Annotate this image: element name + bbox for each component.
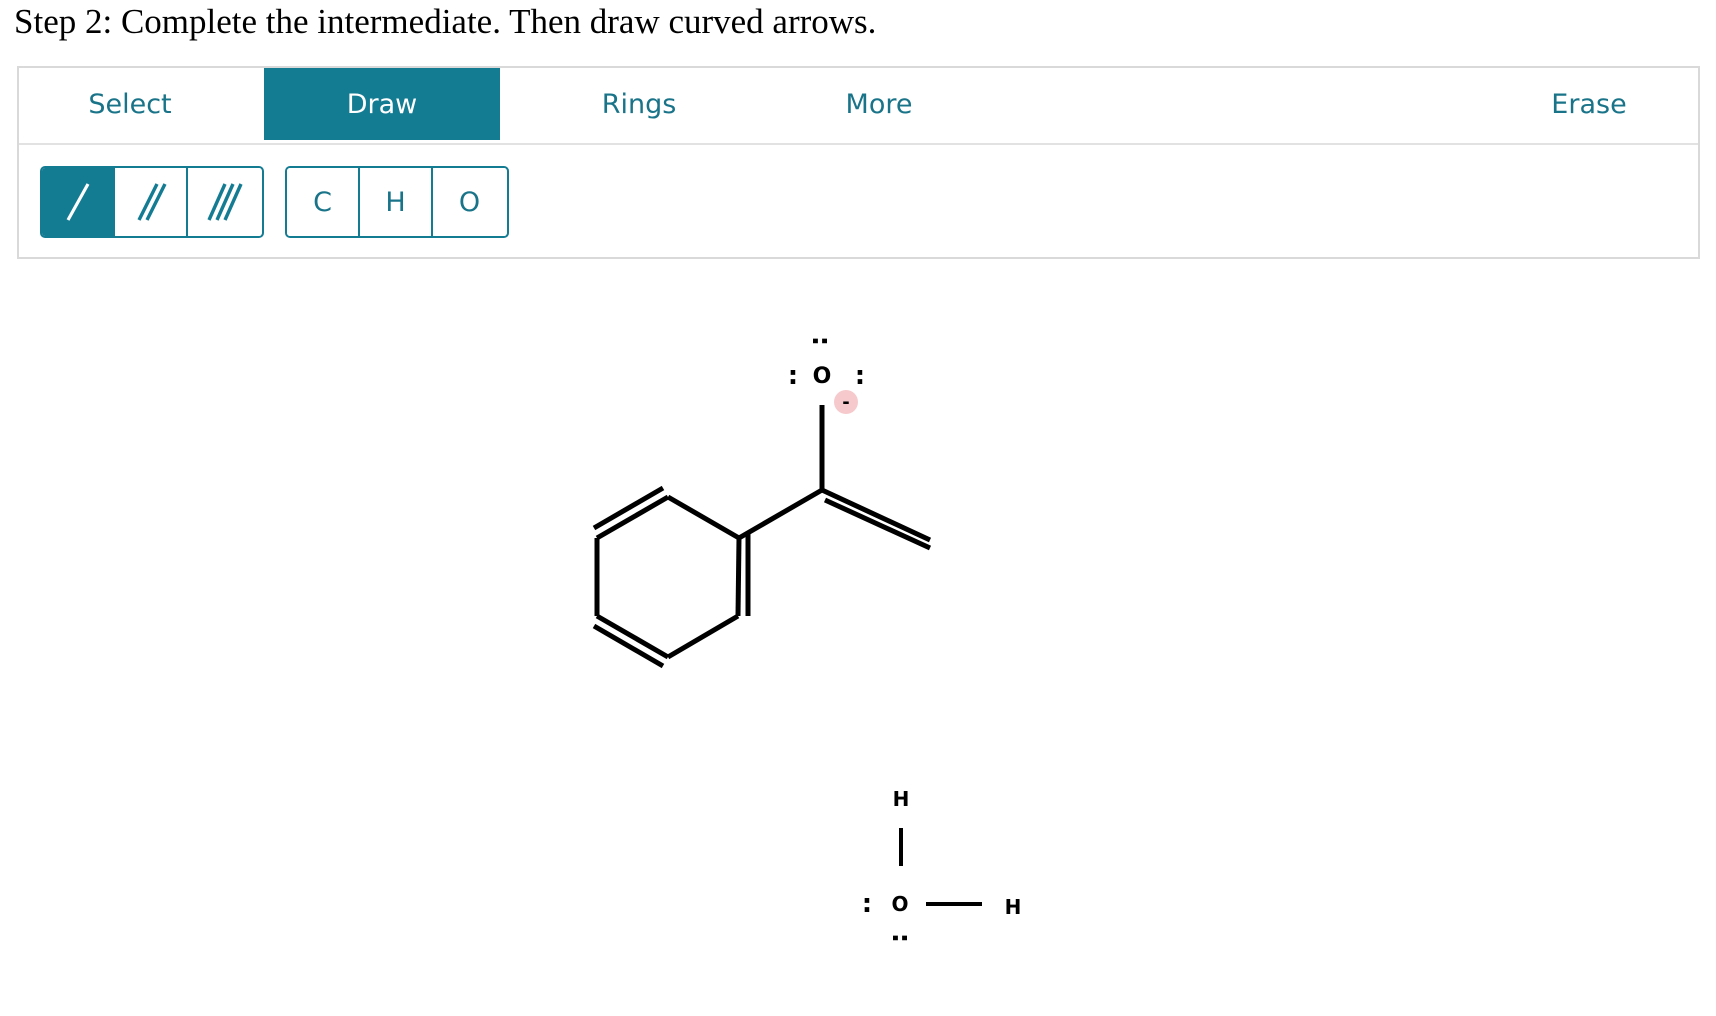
ring-bond — [595, 613, 670, 660]
bond-tools — [40, 166, 264, 238]
instruction-text: Step 2: Complete the intermediate. Then … — [14, 2, 877, 41]
hydrogen-right-label[interactable]: H — [1005, 895, 1022, 919]
triple-bond-icon — [206, 183, 243, 221]
ring-double-bond-outer — [592, 485, 665, 531]
water-molecule — [899, 828, 982, 906]
tab-draw[interactable]: Draw — [264, 68, 500, 140]
single-bond-button[interactable] — [42, 168, 115, 236]
oxygen-atom-label[interactable]: O — [813, 364, 832, 389]
vinyl-bond — [820, 487, 932, 543]
lone-pair-left: : — [788, 361, 798, 391]
negative-charge-sign: - — [842, 392, 849, 413]
triple-bond-button[interactable] — [188, 168, 261, 236]
lone-pair-top: : — [806, 336, 836, 346]
ring-bond — [666, 494, 741, 541]
double-bond-icon — [136, 183, 167, 221]
tab-rings[interactable]: Rings — [519, 68, 759, 140]
enolate-molecule — [592, 405, 932, 669]
ring-bond — [666, 613, 740, 660]
water-lone-pair-left: : — [862, 889, 872, 919]
tab-select[interactable]: Select — [19, 68, 241, 140]
water-lone-pair-bottom: : — [886, 933, 916, 943]
atom-tools: C H O — [285, 166, 509, 238]
toolbar-tabs: Select Draw Rings More Erase — [19, 68, 1698, 145]
hydrogen-atom-button[interactable]: H — [360, 168, 433, 236]
single-bond-icon — [66, 183, 89, 221]
lone-pair-right: : — [855, 361, 865, 391]
hydrogen-top-label[interactable]: H — [893, 787, 910, 811]
ring-carbon-bond — [737, 487, 824, 541]
tab-more[interactable]: More — [759, 68, 999, 140]
oxygen-atom-button[interactable]: O — [433, 168, 506, 236]
carbon-atom-button[interactable]: C — [287, 168, 360, 236]
drawing-toolbar: Select Draw Rings More Erase C H O — [17, 66, 1700, 259]
ring-bond — [595, 494, 670, 541]
ring-bond — [735, 537, 742, 617]
tab-erase[interactable]: Erase — [1479, 68, 1699, 140]
double-bond-button[interactable] — [115, 168, 188, 236]
negative-charge-badge — [834, 390, 858, 414]
ring-double-bond-outer — [592, 623, 665, 669]
vinyl-double-bond — [823, 497, 932, 551]
water-oxygen-label[interactable]: O — [891, 892, 908, 916]
